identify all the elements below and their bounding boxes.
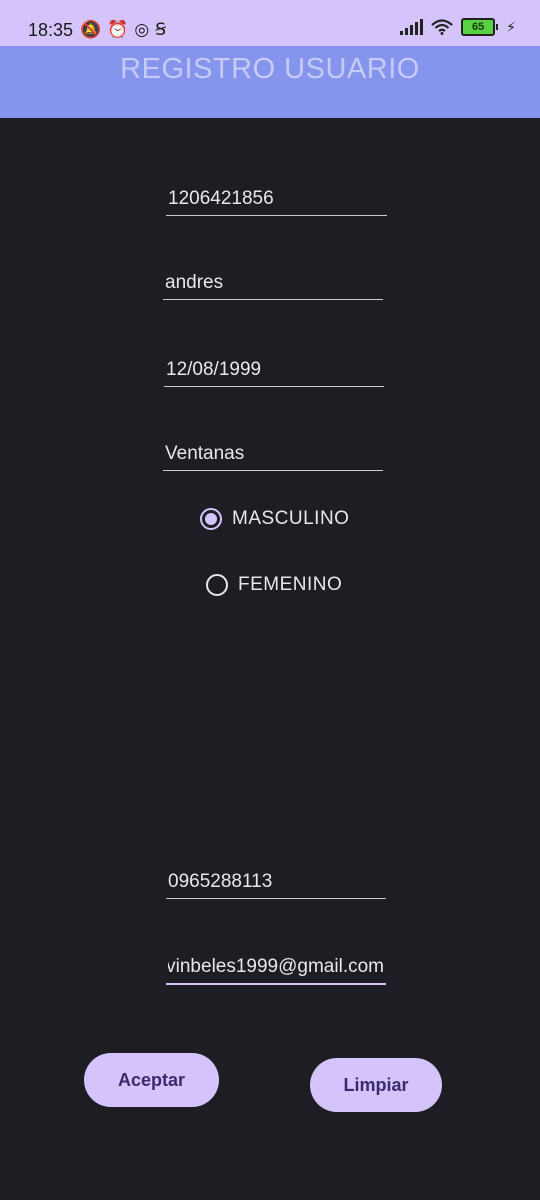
status-time: 18:35 (28, 20, 74, 40)
page-title: REGISTRO USUARIO (120, 53, 420, 85)
apellido-field[interactable] (163, 437, 383, 471)
radio-femenino[interactable]: FEMENINO (206, 574, 342, 596)
telefono-field[interactable] (166, 865, 386, 899)
radio-label-femenino: FEMENINO (238, 574, 343, 595)
mute-icon: 🔕 (80, 20, 102, 39)
wifi-icon (431, 19, 453, 35)
radio-dot (205, 513, 217, 525)
alarm-icon: ⏰ (107, 20, 129, 39)
battery-icon: 65 (461, 18, 496, 36)
email-field[interactable] (166, 951, 386, 985)
app-bar: REGISTRO USUARIO (0, 46, 540, 118)
aceptar-button[interactable]: Aceptar (84, 1053, 219, 1107)
whatsapp-icon: ◎ (134, 20, 150, 39)
fecha-field[interactable] (164, 353, 384, 387)
charging-icon: ⚡ (506, 18, 516, 35)
radio-unselected-icon[interactable] (206, 574, 228, 596)
radio-selected-icon[interactable] (200, 508, 222, 530)
status-icons-left: 🔕 ⏰ ◎ Ꞩ (80, 20, 166, 40)
radio-label-masculino: MASCULINO (232, 508, 350, 529)
status-icons-right: 65 ⚡ (399, 18, 516, 36)
nombre-field[interactable] (163, 266, 383, 300)
radio-masculino[interactable]: MASCULINO (200, 508, 349, 530)
signal-icon (400, 19, 424, 35)
status-bar: 18:35 🔕 ⏰ ◎ Ꞩ 65 ⚡ (0, 0, 540, 46)
notification-s-icon: Ꞩ (155, 20, 166, 39)
limpiar-button[interactable]: Limpiar (310, 1058, 442, 1112)
battery-tip (496, 24, 499, 30)
cedula-field[interactable] (166, 182, 387, 216)
